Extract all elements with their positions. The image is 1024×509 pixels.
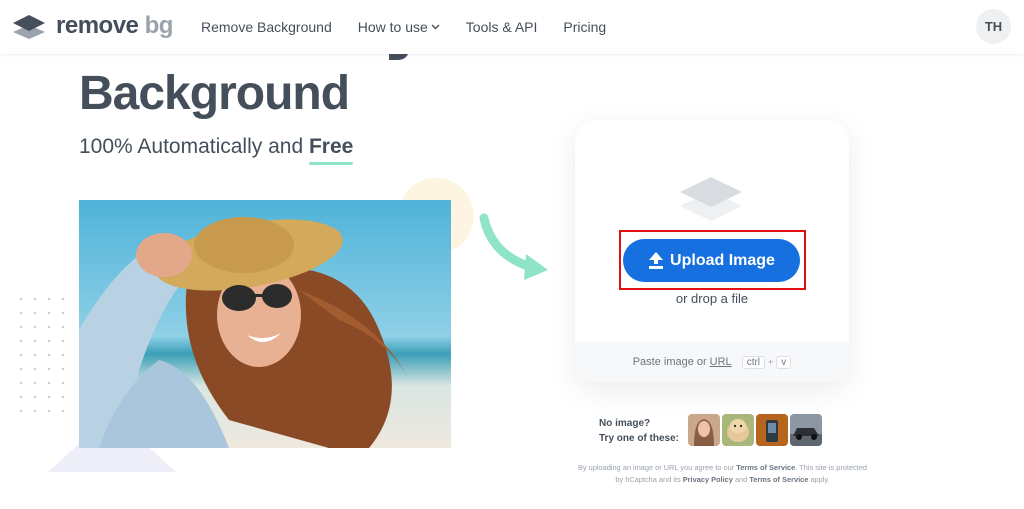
paste-hint-bar: Paste image or URL ctrl + v: [575, 342, 849, 382]
free-emphasis: Free: [308, 135, 354, 158]
privacy-link[interactable]: Privacy Policy: [683, 475, 733, 484]
nav-pricing[interactable]: Pricing: [563, 19, 606, 35]
terms-link-2[interactable]: Terms of Service: [749, 475, 808, 484]
chevron-down-icon: [431, 22, 440, 33]
sample-image-car[interactable]: [790, 414, 822, 446]
nav-remove-background[interactable]: Remove Background: [201, 19, 332, 35]
hero-example-image: [79, 200, 451, 448]
sample-prompt: No image? Try one of these:: [599, 418, 680, 444]
logo-stack-icon: [13, 15, 45, 39]
layers-icon: [680, 177, 742, 221]
main-nav: Remove Background How to use Tools & API…: [201, 0, 632, 54]
upload-card[interactable]: Upload Image or drop a file Paste image …: [575, 120, 849, 382]
sample-image-woman[interactable]: [688, 414, 720, 446]
key-v: v: [776, 355, 792, 369]
sample-image-object[interactable]: [756, 414, 788, 446]
terms-link[interactable]: Terms of Service: [736, 463, 795, 472]
logo[interactable]: remove bg: [12, 12, 173, 40]
logo-text: remove bg: [56, 12, 173, 39]
key-ctrl: ctrl: [741, 355, 766, 369]
legal-notice: By uploading an image or URL you agree t…: [577, 463, 868, 484]
hero-title: Background: [79, 67, 350, 120]
nav-how-to-use[interactable]: How to use: [358, 19, 440, 35]
drop-file-text: or drop a file: [675, 291, 749, 306]
dot-pattern: [14, 292, 76, 412]
nav-tools-api[interactable]: Tools & API: [466, 19, 538, 35]
user-avatar[interactable]: TH: [976, 9, 1011, 44]
url-link[interactable]: URL: [710, 356, 732, 368]
curved-arrow-icon: [479, 213, 548, 280]
upload-dropzone[interactable]: Upload Image or drop a file: [575, 120, 849, 342]
hero-subtitle: 100% Automatically and Free: [79, 135, 354, 158]
top-nav-bar: remove bg Remove Background How to use T…: [0, 0, 1024, 54]
sample-image-dog[interactable]: [722, 414, 754, 446]
highlight-box: [619, 230, 806, 290]
